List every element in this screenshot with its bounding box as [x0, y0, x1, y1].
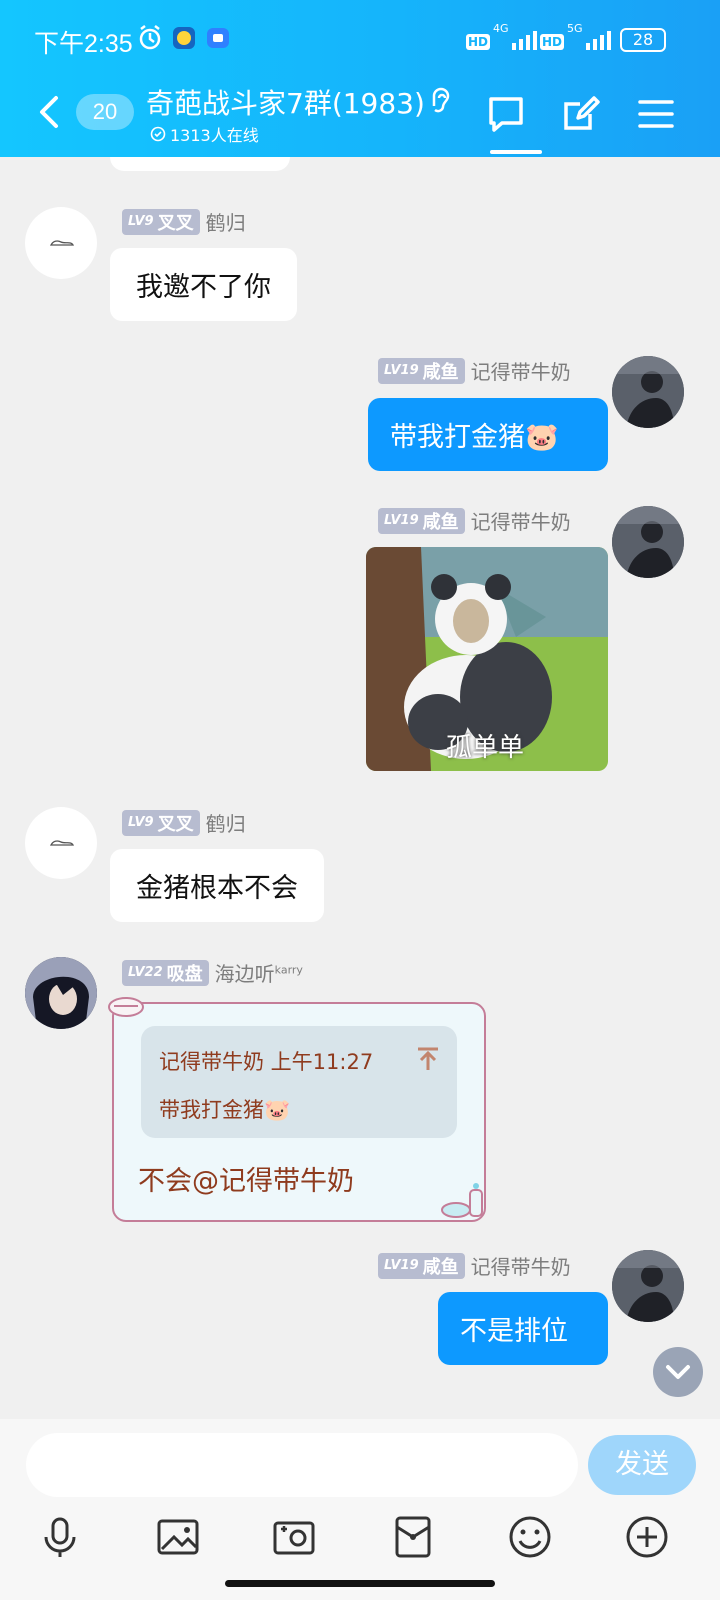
- red-packet-icon[interactable]: [391, 1515, 435, 1559]
- mic-icon[interactable]: [38, 1515, 82, 1559]
- bubble-decoration-icon: [440, 1180, 486, 1224]
- emoji-icon[interactable]: [508, 1515, 552, 1559]
- hd-badge: HD: [540, 34, 565, 50]
- avatar[interactable]: [25, 807, 97, 879]
- level-badge: LV9 叉叉: [122, 809, 200, 836]
- plus-icon[interactable]: [625, 1515, 669, 1559]
- avatar[interactable]: [25, 957, 97, 1029]
- sender-meta: LV9 叉叉 鹤归: [122, 207, 246, 236]
- quote-text: 带我打金猪🐷: [159, 1098, 291, 1122]
- edit-icon[interactable]: [560, 94, 600, 134]
- alarm-icon: [138, 24, 162, 56]
- sender-name[interactable]: 记得带牛奶: [471, 506, 571, 535]
- sticker-image[interactable]: 孤单单: [366, 547, 608, 771]
- network-type: 4G: [493, 22, 509, 35]
- scroll-to-bottom-button[interactable]: [653, 1347, 703, 1397]
- signal-sim2: HD 5G: [540, 22, 616, 50]
- network-type: 5G: [567, 22, 583, 35]
- level-badge: LV9 叉叉: [122, 208, 200, 235]
- online-count: 1313人在线: [170, 126, 259, 145]
- check-circle-icon: [150, 126, 166, 142]
- menu-icon[interactable]: [636, 94, 676, 134]
- group-title[interactable]: 奇葩战斗家7群(1983): [146, 82, 425, 122]
- online-status: 1313人在线: [150, 122, 259, 146]
- avatar[interactable]: [612, 356, 684, 428]
- level-badge: LV22 吸盘: [122, 959, 209, 986]
- active-tab-indicator: [490, 150, 542, 154]
- ear-icon[interactable]: [428, 84, 452, 124]
- back-icon[interactable]: [36, 94, 64, 130]
- quoted-message[interactable]: 记得带牛奶 上午11:27 带我打金猪🐷: [141, 1026, 457, 1138]
- sender-meta: LV9 叉叉 鹤归: [122, 808, 246, 837]
- sender-name[interactable]: 鹤归: [206, 808, 246, 837]
- status-bar: 下午2:35 HD 4G HD 5G 28: [0, 0, 720, 80]
- jump-to-quote-icon[interactable]: [415, 1046, 441, 1076]
- message-input[interactable]: [26, 1433, 578, 1497]
- sender-meta: LV22 吸盘 海边听karry: [122, 958, 303, 987]
- sender-name[interactable]: 记得带牛奶: [471, 1251, 571, 1280]
- level-badge: LV19 咸鱼: [378, 357, 465, 384]
- sender-name[interactable]: 记得带牛奶: [471, 356, 571, 385]
- reply-text: 不会@记得带牛奶: [138, 1166, 354, 1197]
- signal-bars-icon: [585, 31, 611, 50]
- sender-meta: LV19 咸鱼 记得带牛奶: [378, 356, 571, 385]
- battery-indicator: 28: [620, 28, 666, 52]
- sender-meta: LV19 咸鱼 记得带牛奶: [378, 1251, 571, 1280]
- level-badge: LV19 咸鱼: [378, 507, 465, 534]
- hd-badge: HD: [466, 34, 491, 50]
- previous-message-bubble: [110, 157, 290, 171]
- quote-author-time: 记得带牛奶 上午11:27: [159, 1050, 374, 1074]
- avatar[interactable]: [612, 506, 684, 578]
- chat-bubble-icon[interactable]: [486, 94, 526, 134]
- signal-bars-icon: [511, 31, 537, 50]
- chat-header: 下午2:35 HD 4G HD 5G 28 20 奇葩战斗家7群(1983) 1…: [0, 0, 720, 157]
- unread-count-badge[interactable]: 20: [76, 94, 134, 130]
- input-bar: 发送: [0, 1419, 720, 1600]
- chevron-down-icon: [666, 1365, 690, 1379]
- nav-bar: 20 奇葩战斗家7群(1983) 1313人在线: [0, 80, 720, 157]
- sender-meta: LV19 咸鱼 记得带牛奶: [378, 506, 571, 535]
- camera-icon[interactable]: [272, 1515, 316, 1559]
- message-bubble[interactable]: 带我打金猪🐷: [368, 398, 608, 471]
- message-bubble[interactable]: 不是排位: [438, 1292, 608, 1365]
- level-badge: LV19 咸鱼: [378, 1252, 465, 1279]
- bubble-decoration-icon: [106, 994, 146, 1024]
- notification-bubble-icon: [206, 24, 230, 56]
- status-time: 下午2:35: [34, 30, 133, 58]
- message-list[interactable]: LV9 叉叉 鹤归 我邀不了你 LV19 咸鱼 记得带牛奶 带我打金猪🐷 LV19 咸…: [0, 157, 720, 1419]
- notification-app-icon: [172, 24, 196, 56]
- avatar[interactable]: [25, 207, 97, 279]
- send-button[interactable]: 发送: [588, 1435, 696, 1495]
- sender-name[interactable]: 海边听karry: [215, 958, 303, 987]
- avatar[interactable]: [612, 1250, 684, 1322]
- signal-sim1: HD 4G: [466, 22, 542, 50]
- sender-name[interactable]: 鹤归: [206, 207, 246, 236]
- image-icon[interactable]: [156, 1515, 200, 1559]
- home-indicator[interactable]: [225, 1580, 495, 1587]
- sticker-caption: 孤单单: [446, 733, 525, 763]
- quote-reply-bubble[interactable]: 记得带牛奶 上午11:27 带我打金猪🐷 不会@记得带牛奶: [108, 997, 486, 1224]
- message-bubble[interactable]: 我邀不了你: [110, 248, 297, 321]
- message-bubble[interactable]: 金猪根本不会: [110, 849, 324, 922]
